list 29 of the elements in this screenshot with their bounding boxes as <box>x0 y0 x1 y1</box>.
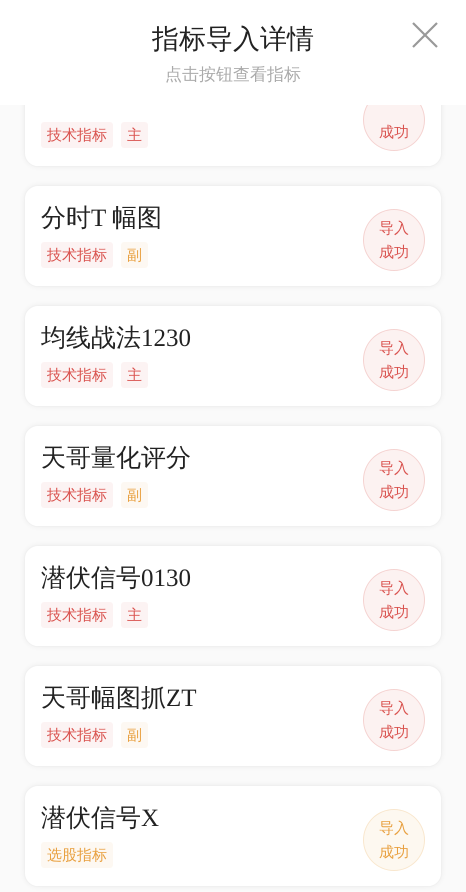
dialog-title: 指标导入详情 <box>152 23 314 57</box>
indicator-tag: 副 <box>121 722 148 748</box>
status-badge: 导入成功 <box>363 689 425 751</box>
status-badge: 导入成功 <box>363 209 425 271</box>
indicator-title: 潜伏信号0130 <box>41 564 192 594</box>
indicator-tag: 选股指标 <box>41 842 113 868</box>
indicator-title: 均线战法1230 <box>41 324 192 354</box>
indicator-tag: 技术指标 <box>41 122 113 148</box>
status-badge: 导入成功 <box>363 809 425 871</box>
indicator-title: 分时T 幅图 <box>41 204 164 234</box>
indicator-tag: 主 <box>121 122 148 148</box>
dialog-subtitle: 点击按钮查看指标 <box>165 64 301 86</box>
status-badge: 导入成功 <box>363 329 425 391</box>
indicator-tag: 技术指标 <box>41 362 113 388</box>
indicator-tag: 技术指标 <box>41 602 113 628</box>
indicator-tag: 技术指标 <box>41 482 113 508</box>
status-badge: 成功 <box>363 105 425 151</box>
indicator-tag: 副 <box>121 242 148 268</box>
status-badge: 导入成功 <box>363 569 425 631</box>
indicator-tag: 技术指标 <box>41 722 113 748</box>
indicator-title: 天哥量化评分 <box>41 444 192 474</box>
status-badge: 导入成功 <box>363 449 425 511</box>
indicator-title: 天哥幅图抓ZT <box>41 684 198 714</box>
indicator-tag: 副 <box>121 482 148 508</box>
indicator-title: 潜伏信号X <box>41 804 160 834</box>
close-icon[interactable] <box>412 22 438 48</box>
indicator-tag: 主 <box>121 602 148 628</box>
indicator-tag: 主 <box>121 362 148 388</box>
indicator-tag: 技术指标 <box>41 242 113 268</box>
